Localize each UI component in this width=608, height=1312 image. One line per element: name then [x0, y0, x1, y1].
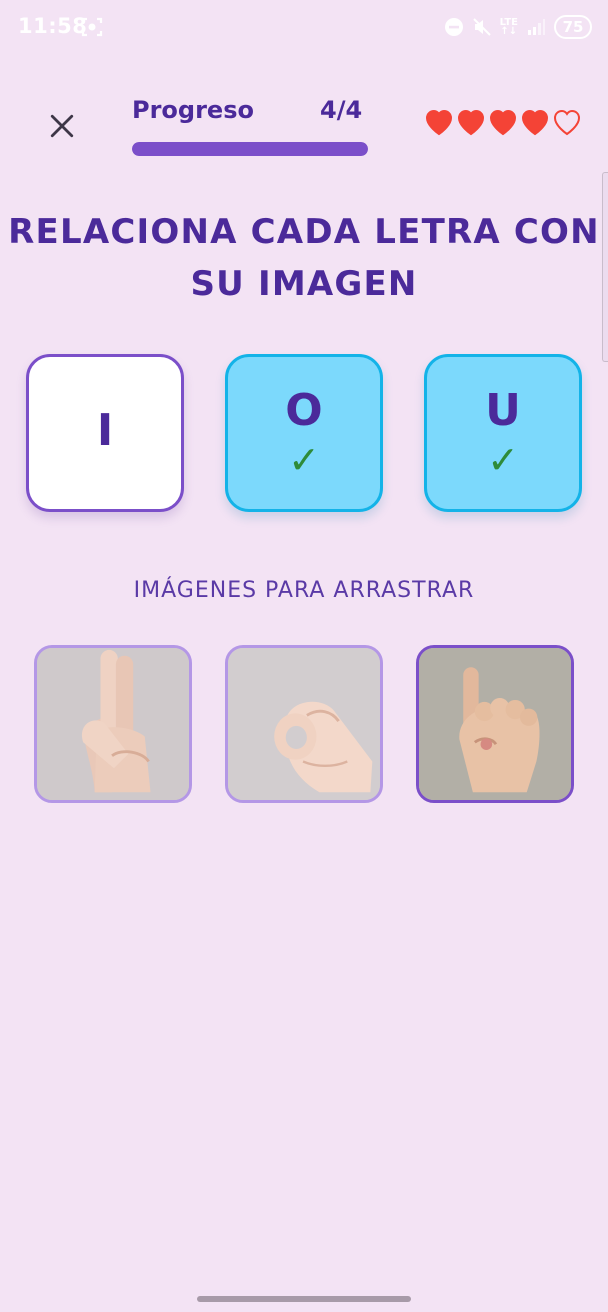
heart-empty-icon [553, 109, 581, 136]
heart-full-icon [489, 109, 517, 136]
progress-bar [132, 142, 368, 156]
scroll-edge [602, 172, 608, 362]
heart-full-icon [425, 109, 453, 136]
draggable-image-u-sign[interactable] [34, 645, 192, 803]
hand-sign-o-icon [228, 648, 380, 800]
progress-count: 4/4 [320, 96, 363, 124]
hand-sign-u-icon [37, 648, 189, 800]
heart-full-icon [521, 109, 549, 136]
status-time: 11:58 [18, 14, 88, 38]
letter-target-i[interactable]: I [26, 354, 184, 512]
check-icon: ✓ [288, 438, 320, 482]
signal-icon [526, 17, 546, 37]
heart-full-icon [457, 109, 485, 136]
check-icon: ✓ [487, 438, 519, 482]
mute-icon [472, 17, 492, 37]
home-indicator[interactable] [197, 1296, 411, 1302]
progress-label: Progreso [132, 96, 254, 124]
screen: 11:58 LTE ↑↓ 75 Progreso 4/4 RELACIONA C… [0, 0, 608, 1312]
status-icons: LTE ↑↓ 75 [444, 12, 592, 42]
status-bar: 11:58 LTE ↑↓ 75 [0, 0, 608, 56]
battery-indicator: 75 [554, 15, 592, 39]
hand-sign-i-icon [419, 648, 571, 800]
letter-label: I [96, 405, 114, 456]
network-type: LTE ↑↓ [500, 18, 518, 37]
draggable-image-o-sign[interactable] [225, 645, 383, 803]
close-button[interactable] [44, 108, 80, 144]
letter-target-u[interactable]: U ✓ [424, 354, 582, 512]
progress-bar-fill [132, 142, 368, 156]
screen-record-icon [80, 15, 104, 39]
do-not-disturb-icon [444, 17, 464, 37]
exercise-title: RELACIONA CADA LETRA CON SU IMAGEN [8, 212, 600, 304]
images-subtitle: IMÁGENES PARA ARRASTRAR [133, 578, 475, 603]
letter-label: U [485, 385, 521, 436]
lives-hearts [424, 108, 582, 138]
close-icon [50, 114, 74, 138]
letter-label: O [285, 385, 323, 436]
letter-target-o[interactable]: O ✓ [225, 354, 383, 512]
draggable-image-i-sign[interactable] [416, 645, 574, 803]
network-activity: ↑↓ [500, 26, 518, 37]
